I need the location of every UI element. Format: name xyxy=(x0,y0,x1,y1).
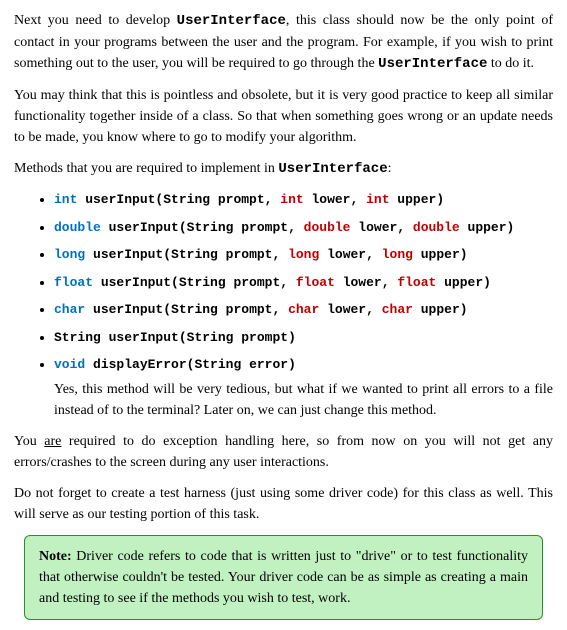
comma2: , xyxy=(366,247,382,262)
param2-type: long xyxy=(288,247,319,262)
method-name: userInput xyxy=(101,220,179,235)
method-name: userInput xyxy=(101,330,179,345)
comma2: , xyxy=(382,275,398,290)
paren-close: ) xyxy=(507,220,515,235)
comma1: , xyxy=(280,275,296,290)
param1-type: String xyxy=(163,192,210,207)
exception-paragraph: You are required to do exception handlin… xyxy=(14,431,553,473)
method-signature-4: char userInput(String prompt, char lower… xyxy=(54,300,553,320)
comma1: , xyxy=(288,220,304,235)
return-type: char xyxy=(54,302,85,317)
methods-header-colon: : xyxy=(388,161,392,176)
param1-name: prompt xyxy=(233,330,288,345)
method-list: int userInput(String prompt, int lower, … xyxy=(14,190,553,375)
paren-close: ) xyxy=(483,275,491,290)
exception-text-2: required to do exception handling here, … xyxy=(14,434,553,470)
param3-type: char xyxy=(382,302,413,317)
param3-name: upper xyxy=(436,275,483,290)
param3-type: float xyxy=(397,275,436,290)
method-signature-1: double userInput(String prompt, double l… xyxy=(54,218,553,238)
comma2: , xyxy=(350,192,366,207)
param1-name: prompt xyxy=(226,275,281,290)
comma1: , xyxy=(272,302,288,317)
method-signature-2: long userInput(String prompt, long lower… xyxy=(54,245,553,265)
paren-open: ( xyxy=(179,330,187,345)
param1-type: String xyxy=(171,302,218,317)
paren-close: ) xyxy=(288,330,296,345)
param3-name: upper xyxy=(460,220,507,235)
return-type: int xyxy=(54,192,77,207)
param1-name: error xyxy=(241,357,288,372)
param2-type: char xyxy=(288,302,319,317)
param2-name: lower xyxy=(319,302,366,317)
param3-name: upper xyxy=(413,302,460,317)
after-methods-paragraph: Yes, this method will be very tedious, b… xyxy=(14,379,553,421)
return-type: String xyxy=(54,330,101,345)
param1-type: String xyxy=(187,220,234,235)
method-signature-5: String userInput(String prompt) xyxy=(54,328,553,348)
return-type: float xyxy=(54,275,93,290)
exception-emph: are xyxy=(44,434,61,449)
method-signature-0: int userInput(String prompt, int lower, … xyxy=(54,190,553,210)
comma1: , xyxy=(265,192,281,207)
paren-open: ( xyxy=(179,220,187,235)
param1-name: prompt xyxy=(210,192,265,207)
param3-name: upper xyxy=(413,247,460,262)
paren-close: ) xyxy=(288,357,296,372)
paren-close: ) xyxy=(460,247,468,262)
paren-close: ) xyxy=(436,192,444,207)
method-name: userInput xyxy=(93,275,171,290)
methods-header-text: Methods that you are required to impleme… xyxy=(14,161,278,176)
note-text: Driver code refers to code that is writt… xyxy=(39,549,528,606)
methods-header: Methods that you are required to impleme… xyxy=(14,158,553,180)
param3-type: long xyxy=(382,247,413,262)
param2-name: lower xyxy=(350,220,397,235)
comma1: , xyxy=(272,247,288,262)
param1-name: prompt xyxy=(218,302,273,317)
param1-name: prompt xyxy=(233,220,288,235)
param1-type: String xyxy=(187,330,234,345)
param3-type: int xyxy=(366,192,389,207)
param2-name: lower xyxy=(319,247,366,262)
param2-name: lower xyxy=(335,275,382,290)
note-box: Note: Driver code refers to code that is… xyxy=(24,535,543,620)
intro-text-3: to do it. xyxy=(487,56,534,71)
return-type: double xyxy=(54,220,101,235)
method-signature-6: void displayError(String error) xyxy=(54,355,553,375)
intro-paragraph: Next you need to develop UserInterface, … xyxy=(14,10,553,75)
param2-type: int xyxy=(280,192,303,207)
paren-open: ( xyxy=(171,275,179,290)
methods-header-class: UserInterface xyxy=(278,161,387,177)
paren-close: ) xyxy=(460,302,468,317)
exception-text-1: You xyxy=(14,434,44,449)
method-signature-3: float userInput(String prompt, float low… xyxy=(54,273,553,293)
note-label: Note: xyxy=(39,549,72,564)
param1-type: String xyxy=(179,275,226,290)
practice-paragraph: You may think that this is pointless and… xyxy=(14,85,553,148)
param1-type: String xyxy=(194,357,241,372)
method-name: userInput xyxy=(85,302,163,317)
return-type: long xyxy=(54,247,85,262)
param2-type: double xyxy=(304,220,351,235)
param1-type: String xyxy=(171,247,218,262)
comma2: , xyxy=(397,220,413,235)
paren-open: ( xyxy=(163,302,171,317)
comma2: , xyxy=(366,302,382,317)
class-name-2: UserInterface xyxy=(378,56,487,72)
method-name: userInput xyxy=(77,192,155,207)
param1-name: prompt xyxy=(218,247,273,262)
param3-name: upper xyxy=(390,192,437,207)
intro-text-1: Next you need to develop xyxy=(14,13,177,28)
param2-type: float xyxy=(296,275,335,290)
param2-name: lower xyxy=(304,192,351,207)
harness-paragraph: Do not forget to create a test harness (… xyxy=(14,483,553,525)
paren-open: ( xyxy=(163,247,171,262)
method-name: displayError xyxy=(85,357,186,372)
return-type: void xyxy=(54,357,85,372)
param3-type: double xyxy=(413,220,460,235)
method-name: userInput xyxy=(85,247,163,262)
class-name-1: UserInterface xyxy=(177,13,286,29)
